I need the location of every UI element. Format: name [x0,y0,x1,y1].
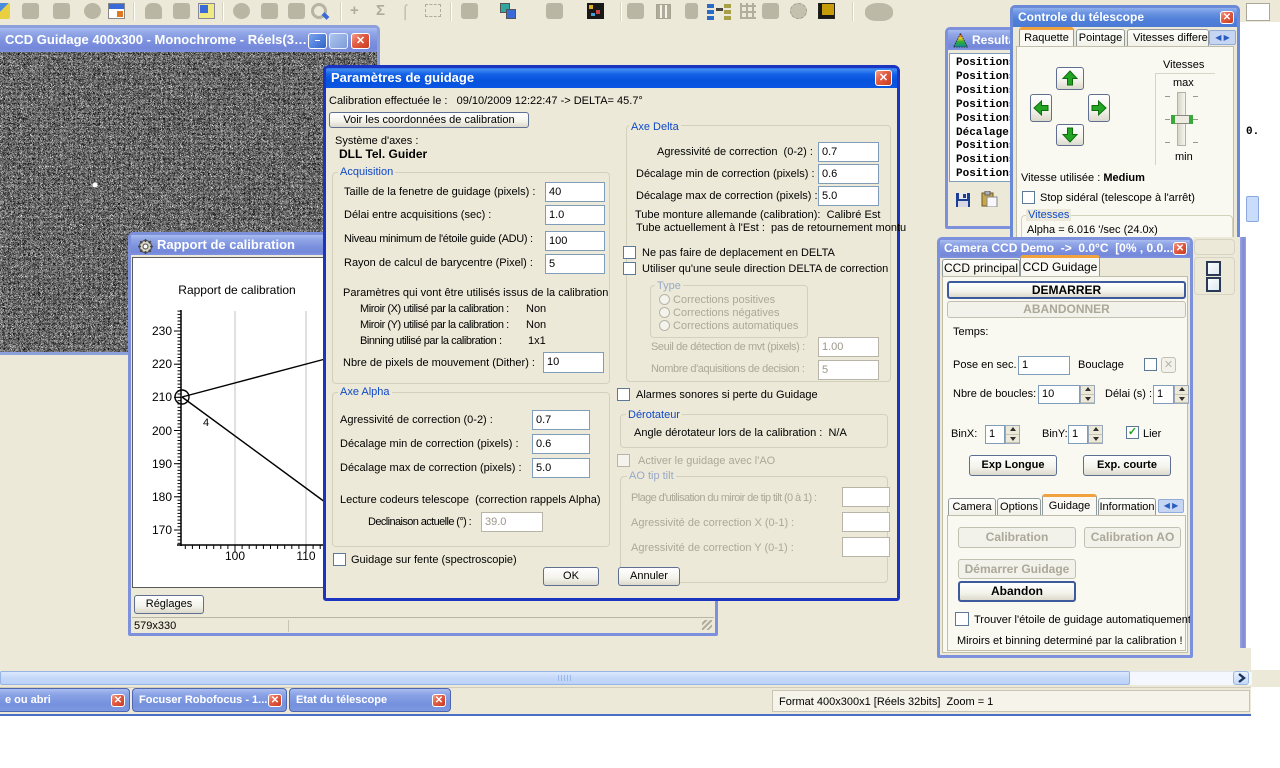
svg-text:180: 180 [152,490,172,504]
svg-text:220: 220 [152,357,172,371]
svg-text:200: 200 [152,424,172,438]
svg-text:230: 230 [152,324,172,338]
svg-text:100: 100 [225,549,245,563]
svg-text:4: 4 [203,417,209,429]
svg-text:110: 110 [296,549,315,563]
svg-text:170: 170 [152,523,172,537]
svg-text:190: 190 [152,457,172,471]
svg-text:Rapport de calibration: Rapport de calibration [178,283,295,297]
svg-text:210: 210 [152,390,172,404]
